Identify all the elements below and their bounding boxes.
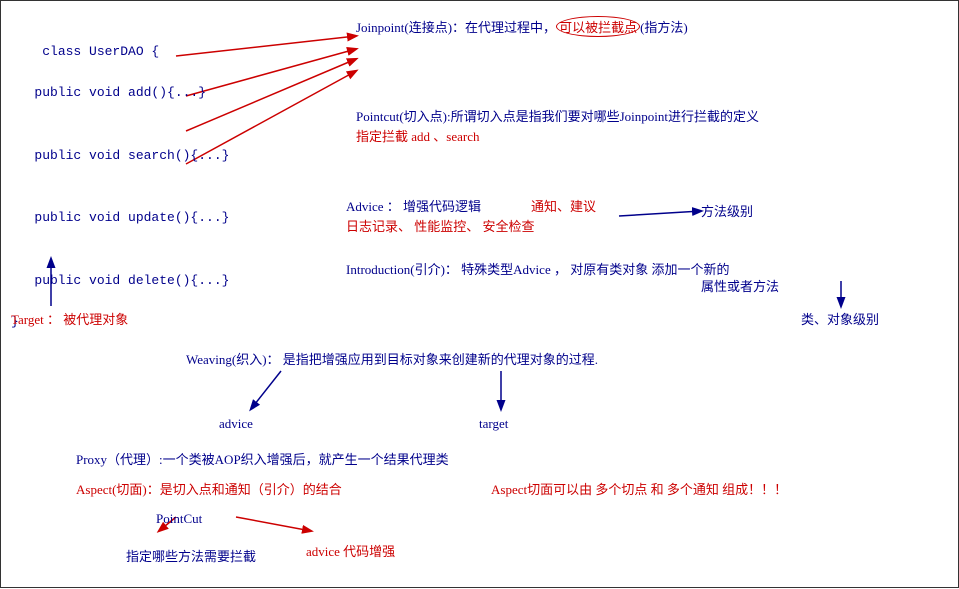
pointcut-line1: Pointcut(切入点):所谓切入点是指我们要对哪些Joinpoint进行拦截… xyxy=(356,106,759,125)
weaving-line1: Weaving(织入)： 是指把增强应用到目标对象来创建新的代理对象的过程. xyxy=(186,349,598,368)
diagram-canvas: class UserDAO { public void add(){...} p… xyxy=(0,0,959,588)
joinpoint-label: Joinpoint(连接点)：在代理过程中，可以被拦截点(指方法) xyxy=(356,16,688,37)
code-block: class UserDAO { public void add(){...} p… xyxy=(11,21,229,354)
pointcut-label: PointCut xyxy=(156,511,202,527)
class-level: 类、对象级别 xyxy=(801,309,879,328)
joinpoint-highlight: 可以被拦截点 xyxy=(556,16,640,37)
introduction-line2: 属性或者方法 xyxy=(701,276,779,295)
code-line8: public void delete(){...} xyxy=(11,273,229,288)
aspect-line1: Aspect(切面)：是切入点和通知（引介）的结合 xyxy=(76,479,342,498)
code-line6: public void update(){...} xyxy=(11,210,229,225)
target-label: Target ： 被代理对象 xyxy=(11,309,128,328)
code-line1: class UserDAO { xyxy=(42,44,159,59)
pointcut-line2: 指定拦截 add 、search xyxy=(356,126,479,145)
advice-line2: 通知、建议 xyxy=(531,196,596,215)
method-level: 方法级别 xyxy=(701,201,753,220)
aspect-line2: advice 代码增强 xyxy=(306,541,395,560)
aspect-right-label: Aspect切面可以由 多个切点 和 多个通知 组成！！！ xyxy=(491,479,787,498)
pointcut-sub: 指定哪些方法需要拦截 xyxy=(126,546,256,565)
weaving-target: target xyxy=(479,416,508,432)
code-line4: public void search(){...} xyxy=(11,148,229,163)
proxy-label: Proxy（代理）:一个类被AOP织入增强后，就产生一个结果代理类 xyxy=(76,449,449,468)
introduction-line1: Introduction(引介)： 特殊类型Advice ， 对原有类对象 添加… xyxy=(346,259,729,278)
weaving-advice: advice xyxy=(219,416,253,432)
code-line2: public void add(){...} xyxy=(11,85,206,100)
advice-line3: 日志记录、 性能监控、 安全检查 xyxy=(346,216,535,235)
advice-line1: Advice ： 增强代码逻辑 xyxy=(346,196,481,215)
